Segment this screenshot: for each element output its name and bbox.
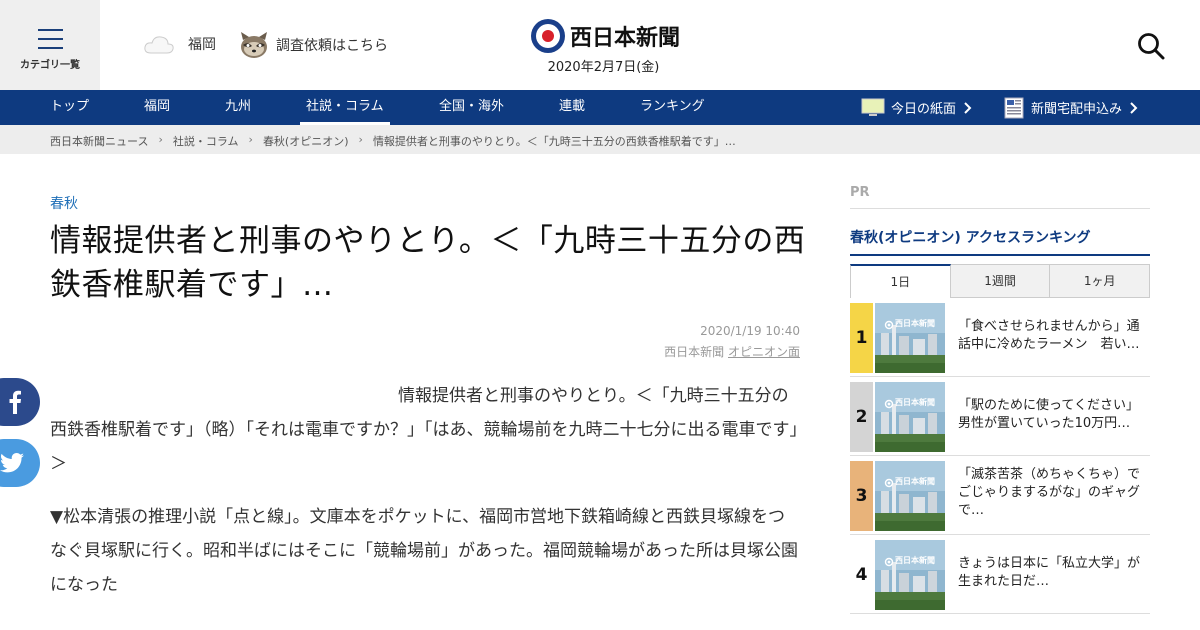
ranking-item[interactable]: 3 西日本新聞 「滅茶苦茶（めちゃくちゃ）でごじゃりまするがな」のギャグで… bbox=[850, 456, 1150, 535]
ranking-tabs: 1日 1週間 1ヶ月 bbox=[850, 264, 1151, 298]
main-nav: トップ 福岡 九州 社説・コラム 全国・海外 連載 ランキング 今日の紙面 新聞… bbox=[0, 90, 1200, 125]
breadcrumb-editorial[interactable]: 社説・コラム bbox=[173, 133, 239, 149]
nav-item-fukuoka[interactable]: 福岡 bbox=[144, 90, 170, 125]
facebook-icon bbox=[9, 390, 21, 414]
thumbnail-logo-text: 西日本新聞 bbox=[895, 398, 935, 407]
article-section-link[interactable]: オピニオン面 bbox=[728, 345, 800, 359]
ranking-thumbnail: 西日本新聞 bbox=[875, 461, 945, 531]
cloud-icon bbox=[144, 36, 174, 54]
hamburger-icon bbox=[38, 29, 63, 49]
tab-1week[interactable]: 1週間 bbox=[950, 264, 1051, 298]
logo-text: 西日本新聞 bbox=[570, 25, 681, 51]
nav-item-kyushu[interactable]: 九州 bbox=[225, 90, 251, 125]
divider bbox=[850, 254, 1150, 256]
article-category[interactable]: 春秋 bbox=[50, 193, 78, 213]
newspaper-screen-icon bbox=[861, 98, 885, 116]
survey-request-link[interactable]: 調査依頼はこちら bbox=[238, 30, 388, 60]
breadcrumb-shunju[interactable]: 春秋(オピニオン) bbox=[263, 133, 349, 149]
twitter-icon bbox=[0, 453, 24, 473]
article-paragraph: ▼松本清張の推理小説「点と線」。文庫本をポケットに、福岡市営地下鉄箱崎線と西鉄貝… bbox=[50, 507, 798, 595]
ranking-title: 春秋(オピニオン) アクセスランキング bbox=[850, 230, 1091, 246]
ranking-item[interactable]: 1 西日本新聞 「食べさせられませんから」通話中に冷めたラーメン 若い… bbox=[850, 298, 1150, 377]
thumbnail-logo-text: 西日本新聞 bbox=[895, 477, 935, 486]
nishinippon-logo-icon bbox=[531, 19, 565, 53]
search-icon[interactable] bbox=[1137, 32, 1165, 60]
ranking-headline: 「駅のために使ってください」男性が置いていった10万円… bbox=[958, 398, 1139, 431]
site-header: カテゴリ一覧 福岡 調査依頼はこちら 西日本新聞 2020年2月7日(金) bbox=[0, 0, 1200, 90]
current-date: 2020年2月7日(金) bbox=[547, 60, 660, 75]
newspaper-icon bbox=[1004, 97, 1024, 118]
ranking-number: 1 bbox=[850, 303, 873, 373]
chevron-right-icon bbox=[1130, 101, 1138, 114]
facebook-share-button[interactable] bbox=[0, 378, 40, 426]
todays-paper-link[interactable]: 今日の紙面 bbox=[861, 90, 972, 125]
article-title: 情報提供者と刑事のやりとり。＜「九時三十五分の西鉄香椎駅着です」… bbox=[50, 223, 806, 303]
weather-city: 福岡 bbox=[188, 37, 216, 53]
nav-item-top[interactable]: トップ bbox=[50, 90, 89, 125]
thumbnail-logo-text: 西日本新聞 bbox=[895, 319, 935, 328]
nav-item-ranking[interactable]: ランキング bbox=[640, 90, 705, 125]
article-meta: 2020/1/19 10:40 西日本新聞 オピニオン面 bbox=[664, 321, 800, 363]
article-datetime: 2020/1/19 10:40 bbox=[700, 324, 800, 338]
subscribe-label: 新聞宅配申込み bbox=[1031, 102, 1123, 117]
category-menu-button[interactable]: カテゴリ一覧 bbox=[0, 0, 100, 90]
raccoon-mascot-icon bbox=[241, 32, 267, 58]
breadcrumb-current: 情報提供者と刑事のやりとり。＜「九時三十五分の西鉄香椎駅着です」… bbox=[372, 135, 736, 148]
survey-request-label: 調査依頼はこちら bbox=[276, 38, 388, 54]
article-body: 情報提供者と刑事のやりとり。＜「九時三十五分の西鉄香椎駅着です」（略）「それは電… bbox=[50, 379, 800, 621]
ranking-headline: きょうは日本に「私立大学」が生まれた日だ… bbox=[958, 556, 1141, 589]
breadcrumb: 西日本新聞ニュース › 社説・コラム › 春秋(オピニオン) › 情報提供者と刑… bbox=[0, 125, 1200, 154]
todays-paper-label: 今日の紙面 bbox=[891, 102, 957, 117]
thumbnail-logo-text: 西日本新聞 bbox=[895, 556, 935, 565]
ranking-headline: 「滅茶苦茶（めちゃくちゃ）でごじゃりまするがな」のギャグで… bbox=[958, 467, 1141, 518]
ranking-item[interactable]: 4 西日本新聞 きょうは日本に「私立大学」が生まれた日だ… bbox=[850, 535, 1150, 614]
ranking-number: 3 bbox=[850, 461, 873, 531]
ranking-thumbnail: 西日本新聞 bbox=[875, 303, 945, 373]
nav-item-editorial[interactable]: 社説・コラム bbox=[300, 90, 390, 125]
ranking-number: 4 bbox=[850, 540, 873, 610]
nav-item-series[interactable]: 連載 bbox=[559, 90, 585, 125]
pr-label: PR bbox=[850, 185, 870, 200]
ranking-thumbnail: 西日本新聞 bbox=[875, 540, 945, 610]
ranking-headline: 「食べさせられませんから」通話中に冷めたラーメン 若い… bbox=[958, 319, 1140, 352]
breadcrumb-separator-icon: › bbox=[248, 133, 253, 146]
twitter-share-button[interactable] bbox=[0, 439, 40, 487]
ranking-list: 1 西日本新聞 「食べさせられませんから」通話中に冷めたラーメン 若い… 2 西日本新聞… bbox=[850, 298, 1150, 614]
tab-1day[interactable]: 1日 bbox=[850, 264, 951, 298]
category-menu-label: カテゴリ一覧 bbox=[20, 60, 80, 71]
nav-item-national[interactable]: 全国・海外 bbox=[439, 90, 504, 125]
breadcrumb-separator-icon: › bbox=[158, 133, 163, 146]
tab-1month[interactable]: 1ヶ月 bbox=[1050, 264, 1151, 298]
breadcrumb-home[interactable]: 西日本新聞ニュース bbox=[50, 133, 148, 149]
article-paragraph: 情報提供者と刑事のやりとり。＜「九時三十五分の西鉄香椎駅着です」（略）「それは電… bbox=[50, 386, 798, 474]
ranking-number: 2 bbox=[850, 382, 873, 452]
weather-widget[interactable]: 福岡 bbox=[143, 33, 216, 55]
divider bbox=[850, 208, 1150, 209]
subscribe-link[interactable]: 新聞宅配申込み bbox=[1004, 90, 1138, 125]
article-source: 西日本新聞 bbox=[664, 345, 725, 359]
chevron-right-icon bbox=[964, 101, 972, 114]
ranking-item[interactable]: 2 西日本新聞 「駅のために使ってください」男性が置いていった10万円… bbox=[850, 377, 1150, 456]
ranking-thumbnail: 西日本新聞 bbox=[875, 382, 945, 452]
breadcrumb-separator-icon: › bbox=[358, 133, 363, 146]
site-logo[interactable]: 西日本新聞 bbox=[530, 18, 680, 54]
